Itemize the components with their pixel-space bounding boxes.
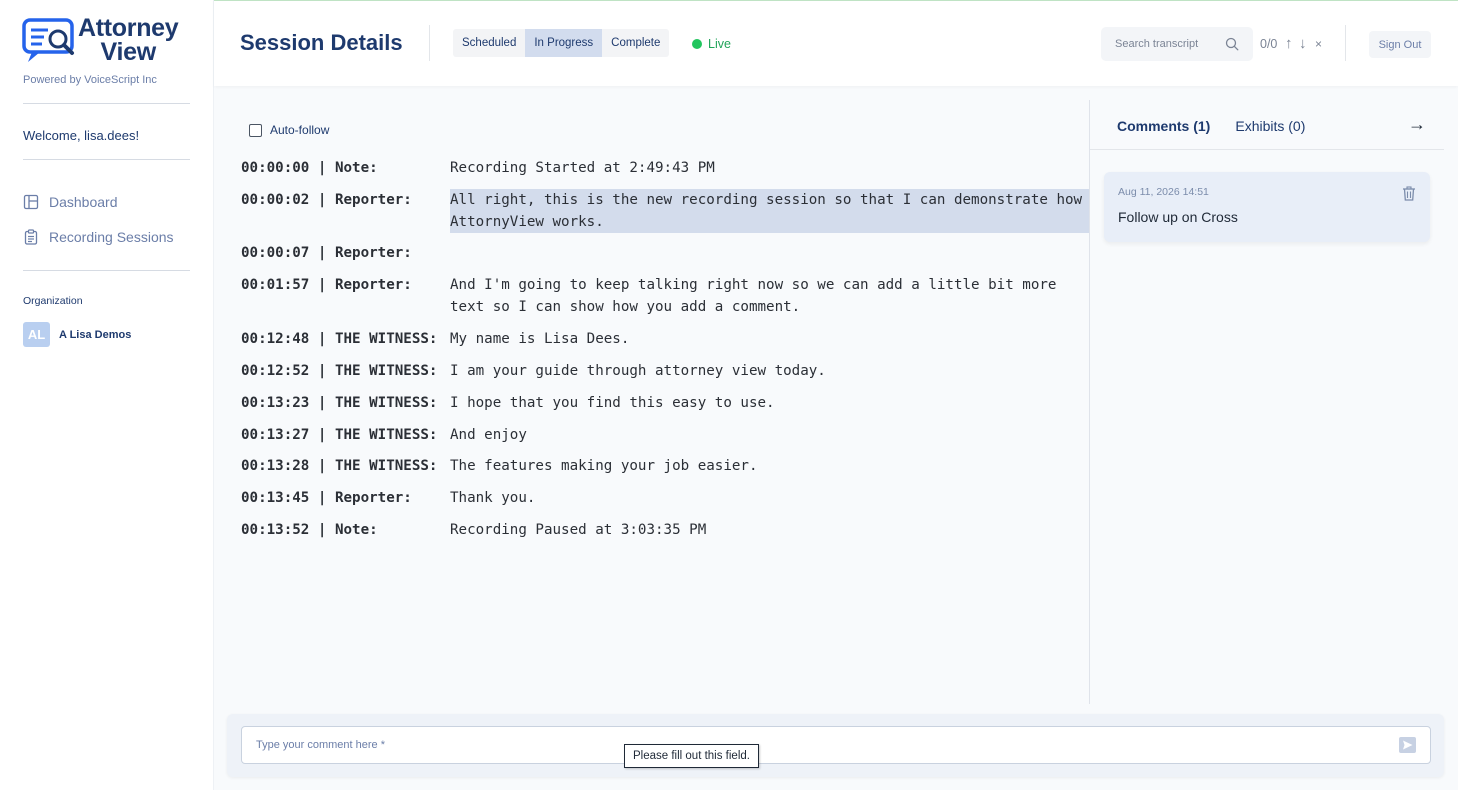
comment-date: Aug 11, 2026 14:51 — [1118, 186, 1209, 198]
transcript-line-meta: 00:12:48 | THE WITNESS: — [241, 331, 438, 347]
sidebar-item-recording-sessions[interactable]: Recording Sessions — [23, 229, 174, 245]
powered-by: Powered by VoiceScript Inc — [23, 74, 157, 86]
collapse-panel-arrow-icon[interactable]: → — [1408, 114, 1426, 135]
status-tab-scheduled[interactable]: Scheduled — [453, 29, 525, 57]
transcript-line-meta: 00:13:27 | THE WITNESS: — [241, 427, 438, 443]
divider — [1090, 149, 1444, 150]
transcript-line-meta: 00:13:52 | Note: — [241, 522, 378, 538]
dashboard-icon — [23, 194, 39, 210]
tab-exhibits[interactable]: Exhibits (0) — [1235, 118, 1305, 134]
trash-icon[interactable] — [1402, 186, 1416, 201]
search-clear-icon[interactable]: × — [1315, 37, 1322, 51]
sidebar: Attorney View Powered by VoiceScript Inc… — [0, 0, 214, 790]
clipboard-icon — [24, 229, 38, 245]
sidebar-item-label: Recording Sessions — [49, 229, 174, 245]
transcript-line-meta: 00:01:57 | Reporter: — [241, 277, 412, 293]
divider — [23, 103, 190, 104]
sign-out-button[interactable]: Sign Out — [1369, 31, 1431, 58]
chat-search-icon — [22, 18, 74, 62]
auto-follow-checkbox[interactable] — [249, 123, 262, 137]
header: Session Details Scheduled In Progress Co… — [214, 0, 1458, 86]
status-tab-complete[interactable]: Complete — [602, 29, 669, 57]
transcript-line-meta: 00:00:07 | Reporter: — [241, 245, 412, 261]
comments-panel: Comments (1) Exhibits (0) → Aug 11, 2026… — [1090, 100, 1444, 704]
transcript-line-text: Recording Started at 2:49:43 PM — [450, 160, 715, 176]
divider — [429, 25, 430, 61]
sidebar-item-label: Dashboard — [49, 194, 118, 210]
transcript-line-meta: 00:13:45 | Reporter: — [241, 490, 412, 506]
live-dot-icon — [692, 39, 702, 49]
organization-name: A Lisa Demos — [59, 328, 132, 341]
search-input[interactable] — [1101, 27, 1221, 61]
transcript-area: Auto-follow 00:00:00 | Note: Recording S… — [214, 100, 1089, 704]
auto-follow-toggle[interactable]: Auto-follow — [249, 123, 329, 137]
session-status-tabs: Scheduled In Progress Complete — [453, 29, 670, 57]
transcript-line-text: My name is Lisa Dees. — [450, 331, 630, 347]
brand-logo[interactable]: Attorney View — [22, 16, 192, 66]
sidebar-item-dashboard[interactable]: Dashboard — [23, 194, 118, 210]
transcript-line-text: I am your guide through attorney view to… — [450, 363, 826, 379]
organization-avatar: AL — [23, 322, 50, 347]
transcript-line-meta: 00:13:28 | THE WITNESS: — [241, 458, 438, 474]
organization-title: Organization — [23, 295, 83, 307]
comment-text: Follow up on Cross — [1118, 209, 1238, 225]
search-box — [1101, 27, 1253, 61]
divider — [23, 270, 190, 271]
search-prev-arrow-icon[interactable]: ↑ — [1285, 35, 1293, 52]
live-label: Live — [708, 37, 731, 51]
search-match-count: 0/0 — [1260, 37, 1278, 51]
page-title: Session Details — [240, 30, 403, 55]
transcript-line-meta: 00:12:52 | THE WITNESS: — [241, 363, 438, 379]
transcript-line-text: And enjoy — [450, 427, 527, 443]
transcript-line-meta: 00:13:23 | THE WITNESS: — [241, 395, 438, 411]
panel-tabs: Comments (1) Exhibits (0) — [1117, 118, 1305, 134]
transcript-line-meta: 00:00:00 | Note: — [241, 160, 378, 176]
comment-card[interactable]: Aug 11, 2026 14:51 Follow up on Cross — [1104, 172, 1430, 242]
transcript-line-text: Thank you. — [450, 490, 536, 506]
tab-comments[interactable]: Comments (1) — [1117, 118, 1210, 134]
transcript-line-text: And I'm going to keep talking right now … — [450, 277, 1057, 315]
live-indicator: Live — [692, 37, 731, 51]
organization-item[interactable]: AL A Lisa Demos — [23, 322, 131, 347]
validation-tooltip: Please fill out this field. — [624, 744, 759, 768]
comment-input[interactable] — [241, 726, 1431, 764]
brand-name: Attorney View — [78, 14, 179, 66]
divider — [1345, 25, 1346, 61]
divider — [23, 159, 190, 160]
transcript-line-meta: 00:00:02 | Reporter: — [241, 192, 412, 208]
comment-input-bar — [227, 714, 1444, 777]
status-tab-in-progress[interactable]: In Progress — [525, 29, 603, 57]
transcript-line-text: I hope that you find this easy to use. — [450, 395, 775, 411]
send-icon[interactable] — [1399, 737, 1416, 753]
transcript-line-text: Recording Paused at 3:03:35 PM — [450, 522, 707, 538]
search-icon[interactable] — [1225, 37, 1239, 51]
search-next-arrow-icon[interactable]: ↓ — [1299, 35, 1307, 52]
transcript-line-text: The features making your job easier. — [450, 458, 758, 474]
transcript-line-text-highlighted: All right, this is the new recording ses… — [450, 189, 1089, 233]
welcome-message: Welcome, lisa.dees! — [23, 128, 140, 143]
auto-follow-label: Auto-follow — [270, 123, 330, 137]
